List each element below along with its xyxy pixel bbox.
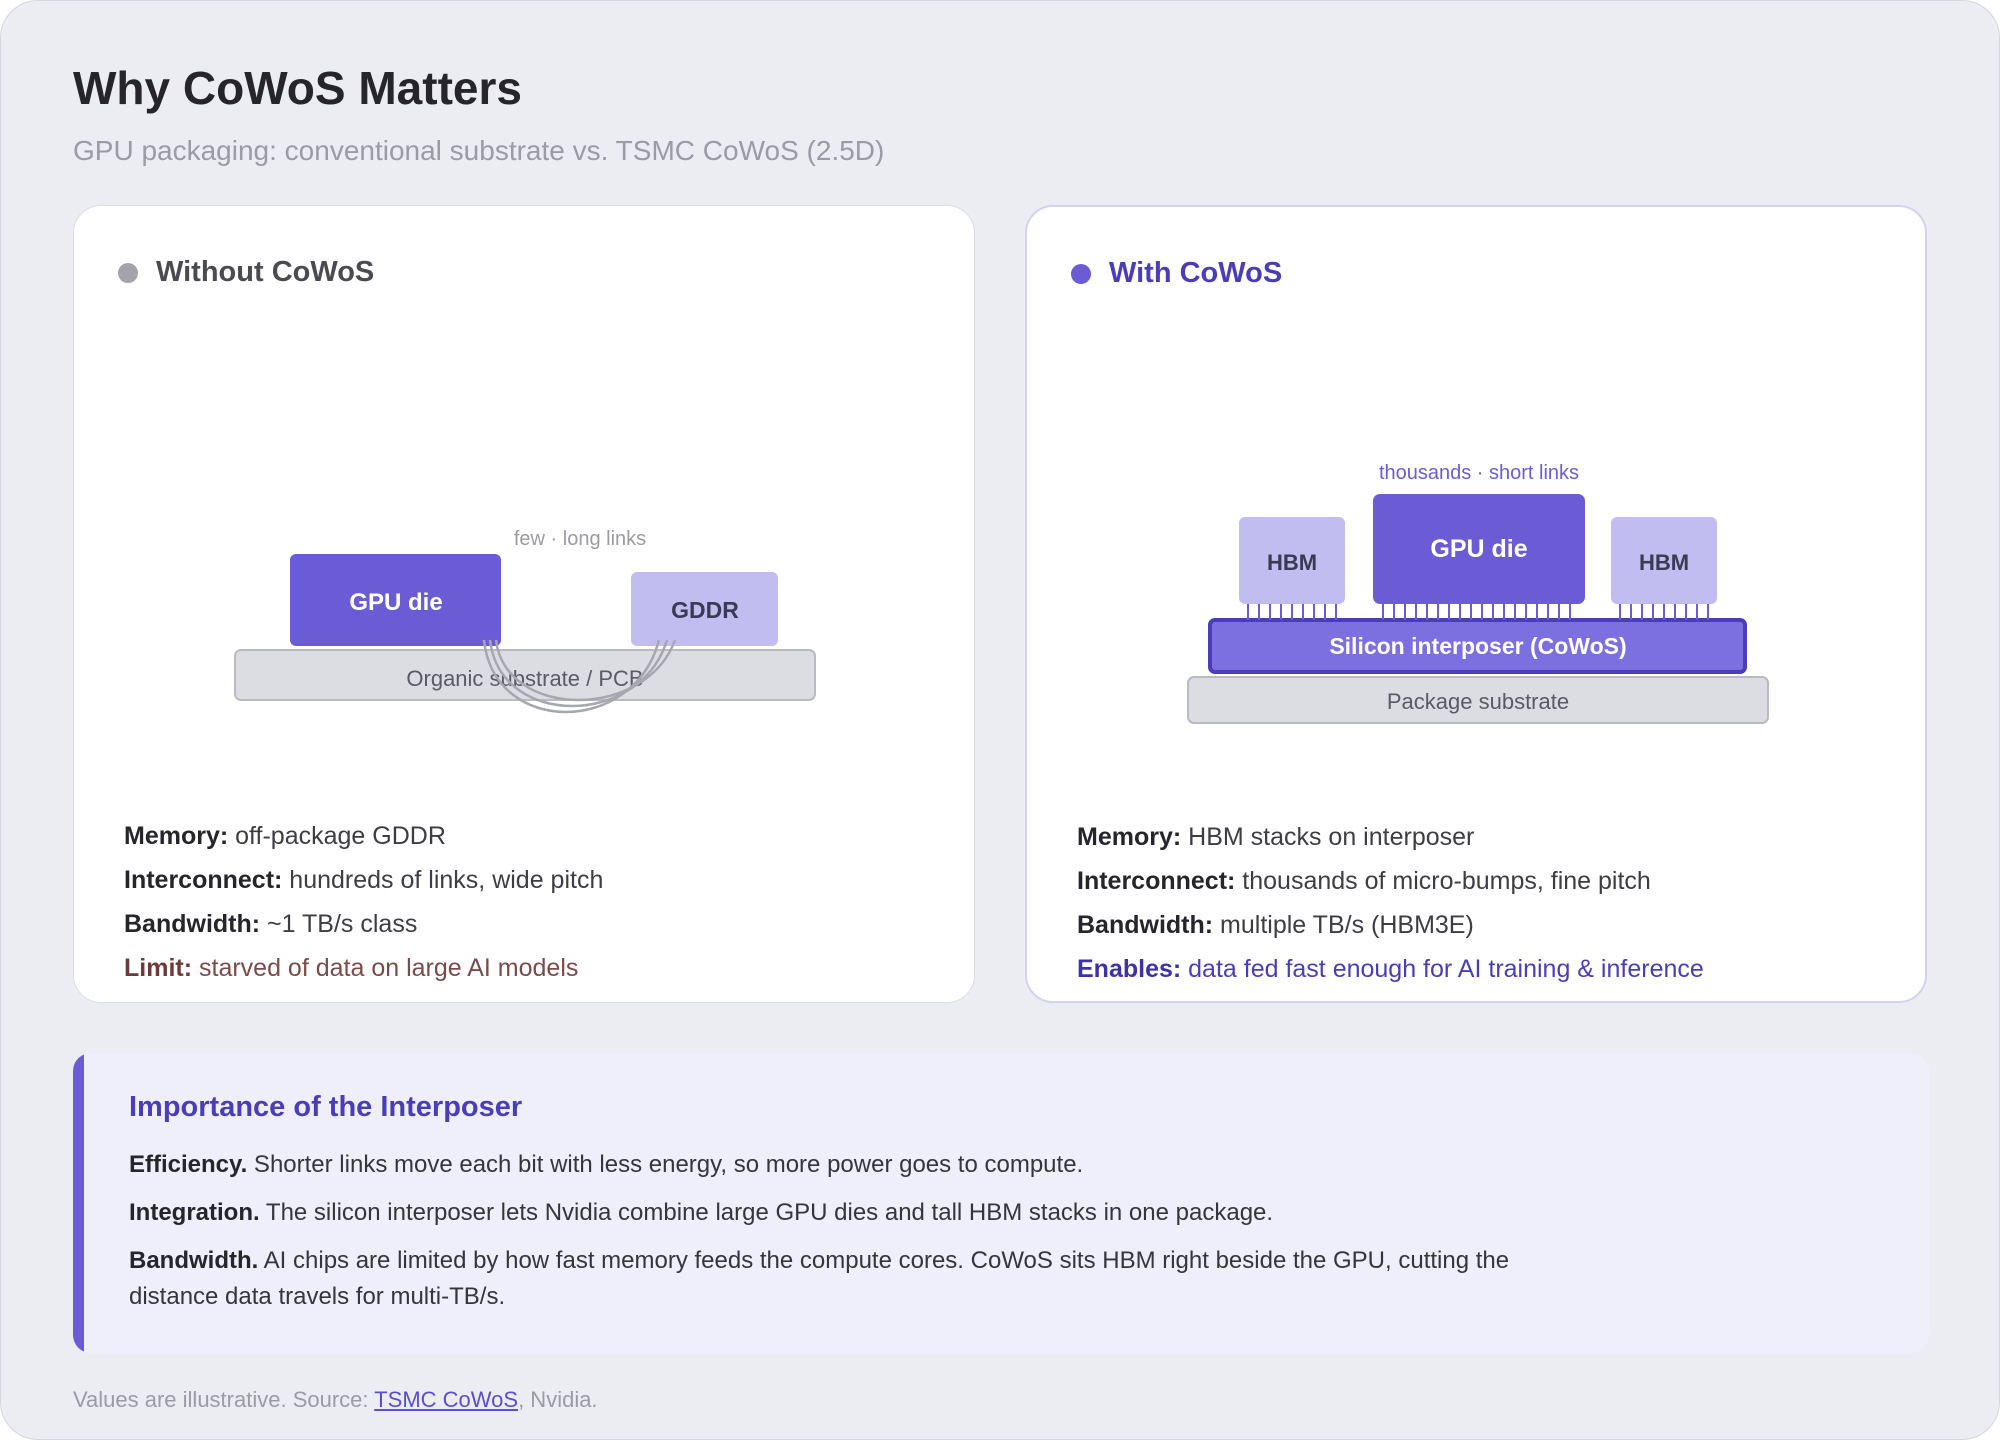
callout-point-integration: Integration. The silicon interposer lets…: [129, 1199, 1274, 1226]
links-label: few · long links: [514, 528, 646, 550]
page-frame: Why CoWoS Matters GPU packaging: convent…: [0, 0, 2000, 1440]
fact-enables: Enables: data fed fast enough for AI tra…: [1077, 955, 1704, 983]
facts-list: Memory: off-package GDDR Interconnect: h…: [124, 814, 603, 990]
interposer-label: Silicon interposer (CoWoS): [1329, 633, 1626, 659]
micro-bumps: [1247, 604, 1709, 620]
fact-limit: Limit: starved of data on large AI model…: [124, 954, 579, 982]
substrate-label: Organic substrate / PCB: [406, 666, 643, 691]
gpu-die-label: GPU die: [349, 589, 442, 616]
fact-interconnect: Interconnect: thousands of micro-bumps, …: [1077, 867, 1651, 895]
panel-without-cowos: Without CoWoS Organic substrate / PCB GP…: [73, 205, 975, 1003]
hbm-right-label: HBM: [1639, 550, 1689, 575]
callout-point-bandwidth: Bandwidth. AI chips are limited by how f…: [129, 1247, 1510, 1310]
hbm-left-label: HBM: [1267, 550, 1317, 575]
callout-accent-bar: [73, 1053, 84, 1353]
callout-title: Importance of the Interposer: [129, 1091, 523, 1123]
page-subtitle: GPU packaging: conventional substrate vs…: [73, 135, 885, 166]
fact-memory: Memory: off-package GDDR: [124, 822, 446, 850]
gpu-die-label: GPU die: [1430, 535, 1527, 563]
fact-bandwidth: Bandwidth: ~1 TB/s class: [124, 910, 418, 938]
footer-note: Values are illustrative. Source: TSMC Co…: [73, 1387, 598, 1412]
fact-memory: Memory: HBM stacks on interposer: [1077, 823, 1475, 851]
links-label: thousands · short links: [1379, 462, 1579, 484]
page-title: Why CoWoS Matters: [73, 62, 522, 114]
gddr-label: GDDR: [671, 597, 739, 623]
fact-bandwidth: Bandwidth: multiple TB/s (HBM3E): [1077, 911, 1474, 939]
interposer-callout: Importance of the Interposer Efficiency.…: [73, 1053, 1929, 1353]
panel-with-cowos: With CoWoS Package substrate Silicon int…: [1025, 205, 1927, 1003]
callout-body: Efficiency. Shorter links move each bit …: [129, 1147, 1549, 1327]
package-substrate-label: Package substrate: [1387, 689, 1569, 714]
fact-interconnect: Interconnect: hundreds of links, wide pi…: [124, 866, 604, 894]
source-link[interactable]: TSMC CoWoS: [374, 1387, 518, 1412]
facts-list: Memory: HBM stacks on interposer Interco…: [1077, 815, 1704, 991]
callout-point-efficiency: Efficiency. Shorter links move each bit …: [129, 1151, 1084, 1178]
